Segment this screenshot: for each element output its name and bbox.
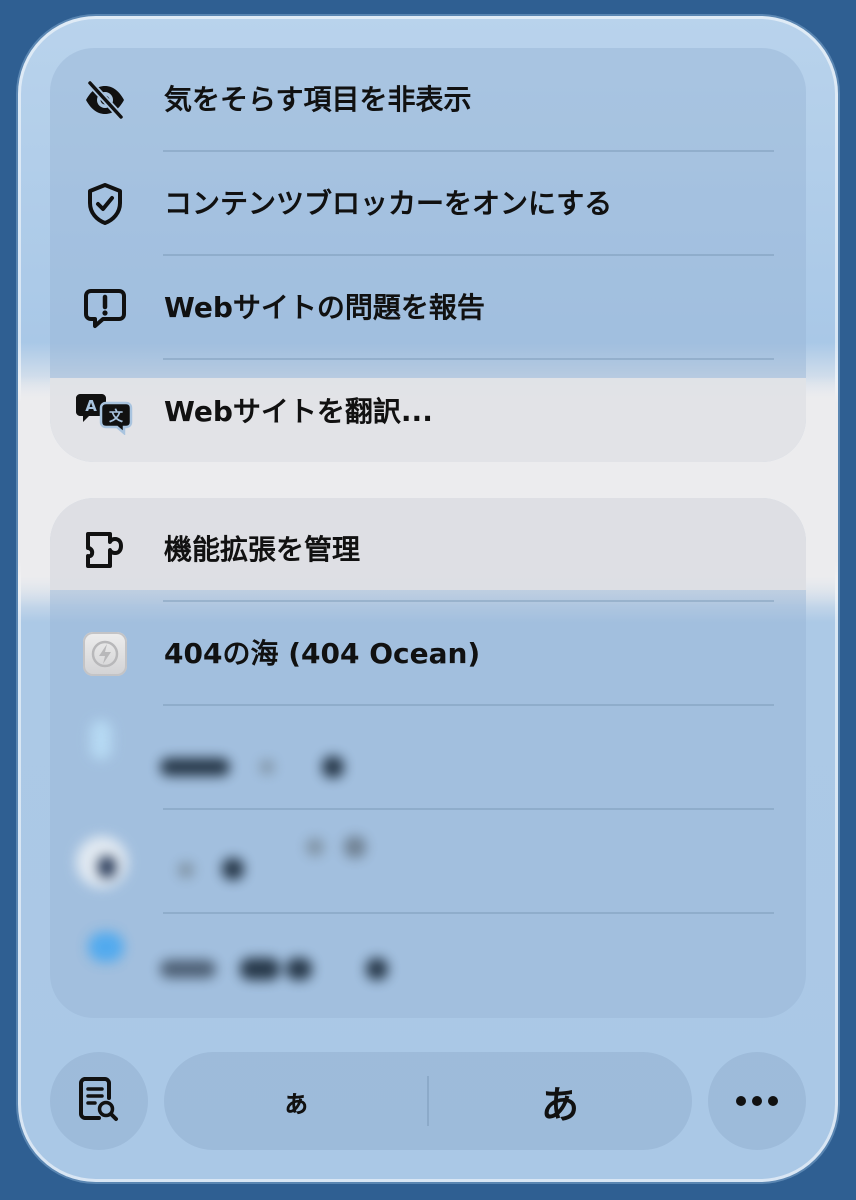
menu-item-label: 気をそらす項目を非表示 xyxy=(164,83,472,116)
decrease-text-size-label: ぁ xyxy=(281,1086,310,1119)
more-button[interactable] xyxy=(708,1052,806,1150)
menu-item-manage-extensions[interactable]: 機能拡張を管理 xyxy=(50,498,806,602)
svg-text:文: 文 xyxy=(109,408,124,425)
svg-text:A: A xyxy=(85,397,97,415)
menu-item-label: コンテンツブロッカーをオンにする xyxy=(164,187,613,220)
decrease-text-size-button[interactable]: ぁ xyxy=(164,1052,428,1150)
shield-check-icon xyxy=(80,179,130,229)
menu-item-extension-obscured[interactable] xyxy=(50,914,806,1018)
menu-item-label: 404の海 (404 Ocean) xyxy=(164,637,481,670)
puzzle-piece-icon xyxy=(80,525,130,575)
menu-item-report-issue[interactable]: Webサイトの問題を報告 xyxy=(50,256,806,360)
increase-text-size-button[interactable]: あ xyxy=(428,1052,692,1150)
ellipsis-icon xyxy=(735,1092,779,1111)
menu-item-label: 機能拡張を管理 xyxy=(164,533,361,566)
extension-app-icon xyxy=(80,629,130,679)
menu-item-translate[interactable]: A 文 Webサイトを翻訳... xyxy=(50,360,806,462)
translate-icon: A 文 xyxy=(74,387,134,437)
menu-item-label: Webサイトを翻訳... xyxy=(164,395,433,428)
page: 気をそらす項目を非表示 コンテンツブロッカーをオンにする Webサイトの問題を報… xyxy=(0,0,856,1200)
menu-group-primary: 気をそらす項目を非表示 コンテンツブロッカーをオンにする Webサイトの問題を報… xyxy=(50,48,806,462)
menu-item-content-blocker[interactable]: コンテンツブロッカーをオンにする xyxy=(50,152,806,256)
text-size-control: ぁ あ xyxy=(164,1052,692,1150)
menu-item-hide-distractions[interactable]: 気をそらす項目を非表示 xyxy=(50,48,806,152)
increase-text-size-label: あ xyxy=(540,1082,579,1127)
menu-group-extensions: 機能拡張を管理 404の海 (404 Ocean) xyxy=(50,498,806,1018)
menu-item-extension-obscured[interactable] xyxy=(50,810,806,914)
exclamation-bubble-icon xyxy=(80,283,130,333)
reader-search-icon xyxy=(79,1076,119,1126)
bottom-toolbar: ぁ あ xyxy=(18,1052,838,1152)
eye-slash-icon xyxy=(80,75,130,125)
page-menu-panel: 気をそらす項目を非表示 コンテンツブロッカーをオンにする Webサイトの問題を報… xyxy=(18,16,838,1182)
menu-item-label: Webサイトの問題を報告 xyxy=(164,291,485,324)
reader-button[interactable] xyxy=(50,1052,148,1150)
menu-item-extension-obscured[interactable] xyxy=(50,706,806,810)
menu-item-extension-404-ocean[interactable]: 404の海 (404 Ocean) xyxy=(50,602,806,706)
